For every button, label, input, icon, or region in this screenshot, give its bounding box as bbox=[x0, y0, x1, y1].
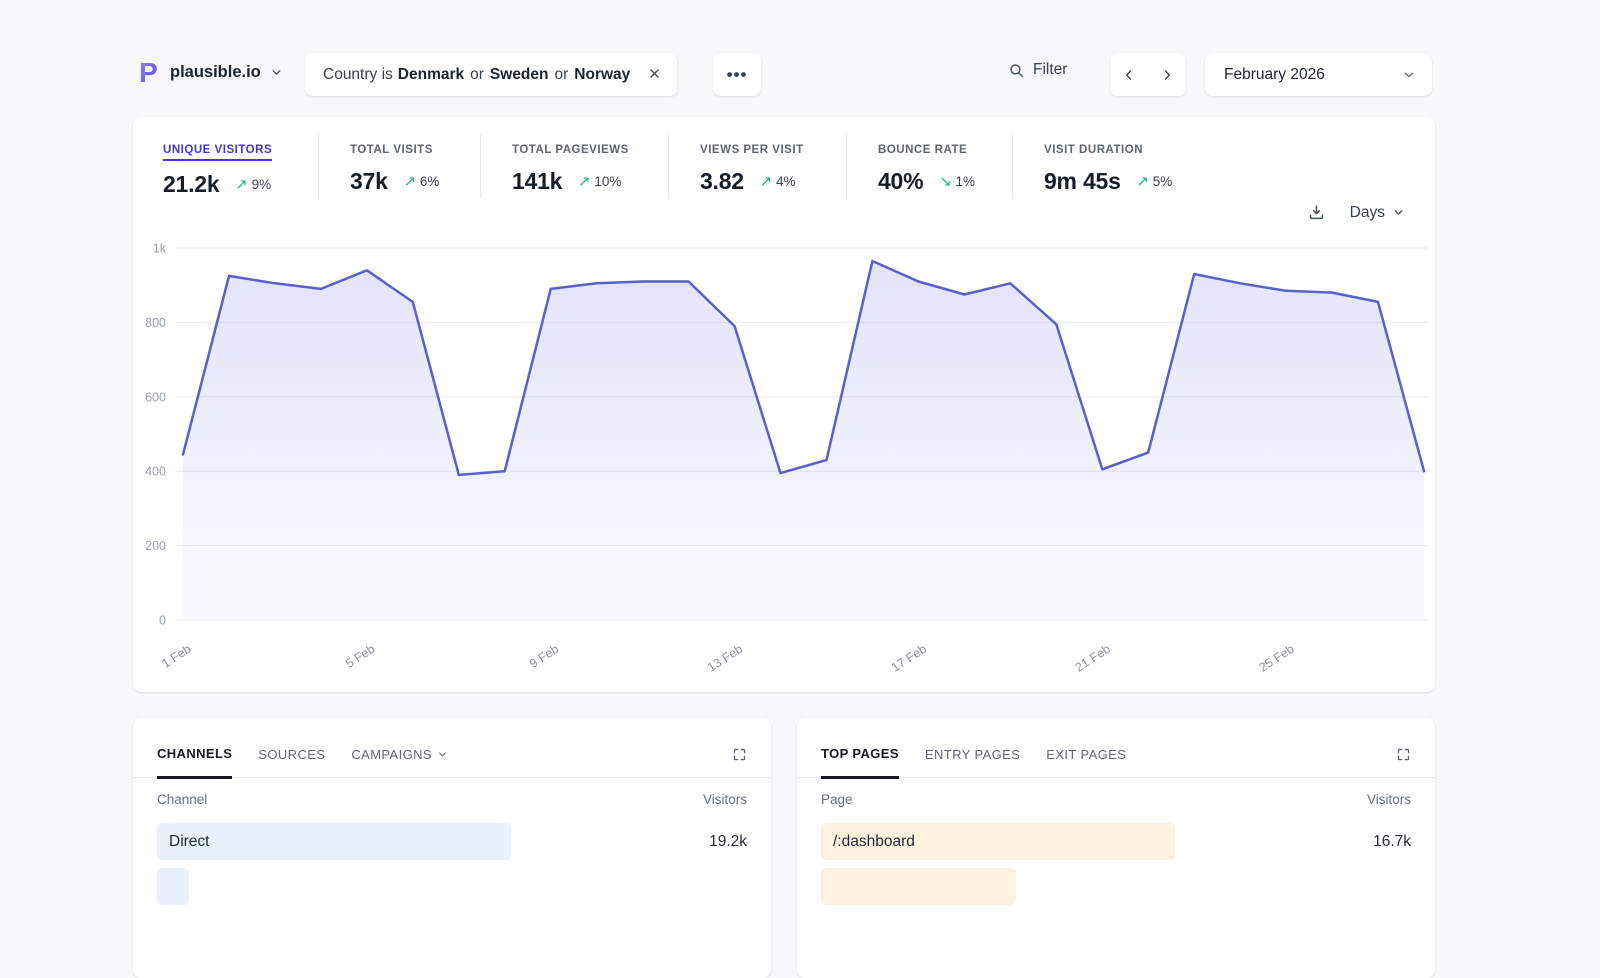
interval-dropdown[interactable]: Days bbox=[1350, 204, 1405, 222]
active-filter-pill[interactable]: Country is Denmark or Sweden or Norway ✕ bbox=[305, 53, 677, 96]
svg-text:21 Feb: 21 Feb bbox=[1073, 642, 1113, 675]
interval-label: Days bbox=[1350, 204, 1385, 222]
download-icon[interactable] bbox=[1307, 203, 1326, 222]
stat-bounce-rate[interactable]: BOUNCE RATE 40% ↘1% bbox=[846, 134, 1012, 198]
svg-text:1 Feb: 1 Feb bbox=[159, 642, 193, 671]
filter-or-2: or bbox=[555, 66, 569, 84]
main-graph-card: 0 200 400 600 800 1k 1 Feb 5 Feb 9 Feb 13 Feb 17 F… bbox=[133, 117, 1435, 692]
row-bar bbox=[157, 823, 511, 860]
svg-text:800: 800 bbox=[145, 316, 166, 330]
stat-unique-visitors[interactable]: UNIQUE VISITORS 21.2k ↗9% bbox=[163, 134, 318, 198]
row-label[interactable]: Direct bbox=[157, 833, 209, 851]
chevron-down-icon bbox=[437, 749, 448, 760]
svg-text:9 Feb: 9 Feb bbox=[527, 642, 561, 671]
filter-country-3: Norway bbox=[574, 66, 630, 84]
filter-country-2: Sweden bbox=[490, 66, 549, 84]
column-header-page: Page bbox=[821, 792, 853, 807]
next-period-button[interactable] bbox=[1148, 53, 1186, 96]
chevron-left-icon bbox=[1122, 68, 1136, 82]
pages-panel: TOP PAGES ENTRY PAGES EXIT PAGES Page Vi… bbox=[797, 718, 1435, 978]
svg-text:17 Feb: 17 Feb bbox=[889, 642, 929, 675]
more-filters-button[interactable]: ••• bbox=[713, 53, 761, 96]
page-row-partial[interactable] bbox=[821, 868, 1411, 905]
site-switcher[interactable]: P plausible.io bbox=[139, 59, 283, 86]
row-bar bbox=[821, 868, 1016, 905]
trend-up-icon: ↗ bbox=[1137, 174, 1149, 190]
visitors-chart[interactable]: 0 200 400 600 800 1k 1 Feb 5 Feb 9 Feb 13 Feb 17 F… bbox=[133, 117, 1435, 692]
chevron-down-icon bbox=[1392, 206, 1405, 219]
row-value: 16.7k bbox=[1373, 833, 1411, 851]
channel-row-partial[interactable] bbox=[157, 868, 747, 905]
stat-views-per-visit[interactable]: VIEWS PER VISIT 3.82 ↗4% bbox=[668, 134, 846, 198]
svg-text:1k: 1k bbox=[153, 242, 167, 256]
row-bar bbox=[157, 868, 189, 905]
tab-entry-pages[interactable]: ENTRY PAGES bbox=[925, 747, 1020, 777]
chevron-right-icon bbox=[1160, 68, 1174, 82]
date-range-picker[interactable]: February 2026 bbox=[1205, 53, 1432, 96]
filter-button-label: Filter bbox=[1033, 61, 1067, 79]
filter-prefix: Country is bbox=[323, 66, 393, 84]
expand-panel-icon[interactable] bbox=[732, 747, 747, 777]
top-stats-row: UNIQUE VISITORS 21.2k ↗9% TOTAL VISITS 3… bbox=[163, 134, 1405, 198]
tab-campaigns[interactable]: CAMPAIGNS bbox=[351, 747, 448, 777]
plausible-logo: P bbox=[139, 59, 161, 86]
tab-exit-pages[interactable]: EXIT PAGES bbox=[1046, 747, 1126, 777]
tab-channels[interactable]: CHANNELS bbox=[157, 746, 232, 779]
svg-text:200: 200 bbox=[145, 539, 166, 553]
row-label[interactable]: /:dashboard bbox=[821, 833, 915, 851]
trend-up-icon: ↗ bbox=[578, 174, 590, 190]
remove-filter-icon[interactable]: ✕ bbox=[648, 67, 661, 82]
stat-visit-duration[interactable]: VISIT DURATION 9m 45s ↗5% bbox=[1012, 134, 1172, 198]
svg-text:0: 0 bbox=[159, 614, 166, 628]
stat-total-pageviews[interactable]: TOTAL PAGEVIEWS 141k ↗10% bbox=[480, 134, 668, 198]
column-header-visitors: Visitors bbox=[703, 792, 747, 807]
expand-panel-icon[interactable] bbox=[1396, 747, 1411, 777]
trend-up-icon: ↗ bbox=[760, 174, 772, 190]
chevron-down-icon bbox=[1402, 68, 1416, 82]
filter-or-1: or bbox=[470, 66, 484, 84]
chevron-down-icon bbox=[270, 66, 283, 79]
trend-up-icon: ↗ bbox=[235, 177, 247, 193]
filter-button[interactable]: Filter bbox=[1008, 61, 1067, 79]
tab-sources[interactable]: SOURCES bbox=[258, 747, 325, 777]
svg-text:5 Feb: 5 Feb bbox=[343, 642, 377, 671]
row-value: 19.2k bbox=[709, 833, 747, 851]
trend-up-icon: ↗ bbox=[404, 174, 416, 190]
channel-row-direct[interactable]: Direct 19.2k bbox=[157, 823, 747, 860]
svg-text:13 Feb: 13 Feb bbox=[705, 642, 745, 675]
column-header-channel: Channel bbox=[157, 792, 207, 807]
column-header-visitors: Visitors bbox=[1367, 792, 1411, 807]
stat-total-visits[interactable]: TOTAL VISITS 37k ↗6% bbox=[318, 134, 480, 198]
tab-top-pages[interactable]: TOP PAGES bbox=[821, 746, 899, 779]
site-name: plausible.io bbox=[170, 63, 261, 82]
sources-panel: CHANNELS SOURCES CAMPAIGNS Channel Visit… bbox=[133, 718, 771, 978]
filter-country-1: Denmark bbox=[398, 66, 464, 84]
svg-text:P: P bbox=[139, 59, 158, 86]
svg-text:400: 400 bbox=[145, 465, 166, 479]
svg-text:25 Feb: 25 Feb bbox=[1256, 642, 1296, 675]
date-range-label: February 2026 bbox=[1224, 66, 1402, 84]
svg-text:600: 600 bbox=[145, 390, 166, 404]
page-row-dashboard[interactable]: /:dashboard 16.7k bbox=[821, 823, 1411, 860]
prev-period-button[interactable] bbox=[1110, 53, 1148, 96]
date-nav bbox=[1110, 53, 1186, 96]
search-icon bbox=[1008, 62, 1025, 79]
trend-down-icon: ↘ bbox=[939, 174, 951, 190]
